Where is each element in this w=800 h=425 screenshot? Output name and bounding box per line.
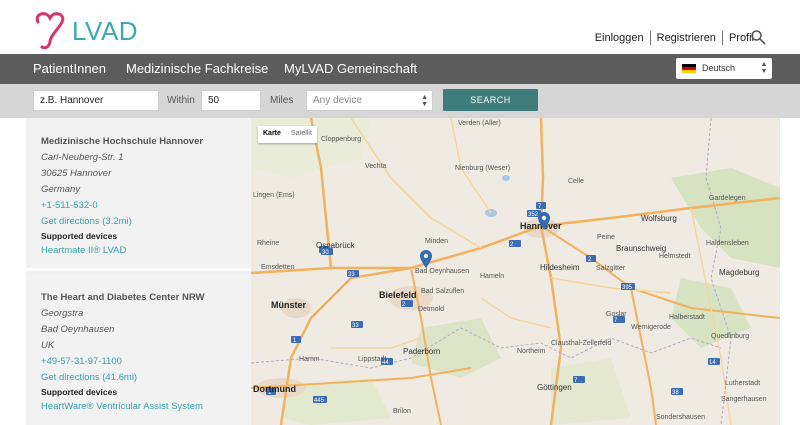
search-icon[interactable] (750, 29, 766, 45)
map-label-bielefeld: Bielefeld (379, 290, 417, 300)
map-label: Emsdetten (261, 264, 295, 271)
result-card[interactable]: The Heart and Diabetes Center NRW Georgs… (26, 274, 251, 425)
get-directions-link[interactable]: Get directions (3.2mi) (41, 216, 132, 227)
result-street: Carl-Neuberg-Str. 1 (41, 152, 124, 163)
svg-text:33: 33 (348, 272, 355, 278)
result-card[interactable]: Medizinische Hochschule Hannover Carl-Ne… (26, 118, 251, 271)
svg-text:14: 14 (709, 360, 716, 366)
location-marker-icon[interactable] (420, 250, 432, 268)
nav-item-community[interactable]: MyLVAD Gemeinschaft (284, 61, 417, 76)
map-label: Detmold (418, 306, 445, 313)
mylvad-logo[interactable]: LVAD (32, 8, 142, 50)
map-label: Goslar (606, 311, 627, 318)
nav-item-patients[interactable]: PatientInnen (33, 61, 106, 76)
results-list: Medizinische Hochschule Hannover Carl-Ne… (26, 118, 251, 425)
within-label: Within (167, 95, 195, 106)
supported-devices-label: Supported devices (41, 387, 118, 397)
language-select[interactable]: Deutsch ▲ ▼ (676, 58, 772, 79)
map-label: Clausthal-Zellerfeld (551, 340, 612, 347)
map-canvas: 7 352 2 1 30 33 2 395 44 38 445 14 7 7 2… (251, 118, 780, 425)
result-phone-link[interactable]: +1-511-532-0 (41, 200, 98, 211)
map-type-toggle: Karte Satellit (258, 126, 317, 143)
device-select-value: Any device (313, 95, 362, 106)
map-label-magdeburg: Magdeburg (719, 268, 760, 277)
map-label-braunschweig: Braunschweig (616, 244, 667, 253)
map-label-munster: Münster (271, 300, 307, 310)
map-label: Halberstadt (669, 314, 705, 321)
nav-item-medical-professionals[interactable]: Medizinische Fachkreise (126, 61, 268, 76)
map-label: Sangerhausen (721, 396, 767, 403)
svg-text:445: 445 (314, 398, 325, 404)
location-input[interactable]: z.B. Hannover (33, 90, 159, 111)
map-label: Cloppenburg (321, 136, 362, 143)
map-label: Sondershausen (656, 414, 706, 421)
device-select[interactable]: Any device ▲ ▼ (306, 90, 433, 111)
map-label: Minden (425, 238, 448, 245)
map-label-gottingen: Göttingen (537, 383, 572, 392)
map-view[interactable]: 7 352 2 1 30 33 2 395 44 38 445 14 7 7 2… (251, 118, 780, 425)
search-button[interactable]: SEARCH (443, 89, 538, 111)
svg-text:33: 33 (352, 323, 359, 329)
result-city: Bad Oeynhausen (41, 324, 115, 335)
map-label-wolfsburg: Wolfsburg (641, 214, 677, 223)
map-label: Hameln (480, 273, 505, 280)
map-label: Lutherstadt (725, 380, 761, 387)
map-label: Rheine (257, 240, 280, 247)
map-toggle-button[interactable]: Karte (258, 126, 286, 143)
map-label: Celle (568, 178, 584, 185)
main-nav: PatientInnen Medizinische Fachkreise MyL… (0, 54, 800, 84)
map-label: Vechta (365, 163, 387, 170)
select-arrows-icon: ▲ ▼ (760, 61, 768, 75)
register-link[interactable]: Registrieren (651, 32, 722, 44)
map-label: Hamm (299, 356, 320, 363)
login-link[interactable]: Einloggen (589, 32, 650, 44)
result-name[interactable]: Medizinische Hochschule Hannover (41, 136, 203, 147)
result-country: Germany (41, 184, 81, 195)
map-label-paderborn: Paderborn (403, 347, 441, 356)
map-label: Verden (Aller) (458, 120, 501, 127)
language-label: Deutsch (702, 63, 736, 73)
map-label: Bad Oeynhausen (415, 268, 470, 275)
result-country: UK (41, 340, 55, 351)
map-label: Peine (597, 234, 615, 241)
supported-devices-label: Supported devices (41, 231, 118, 241)
map-label: Haldensleben (706, 240, 749, 247)
result-phone-link[interactable]: +49-57-31-97-1100 (41, 356, 122, 367)
map-label: Brilon (393, 408, 411, 415)
select-arrows-icon: ▲ ▼ (421, 94, 428, 108)
location-marker-icon[interactable] (538, 212, 550, 230)
map-label: Wernigerode (631, 324, 671, 331)
map-label: Gardelegen (709, 195, 746, 202)
german-flag-icon (682, 64, 696, 73)
device-link[interactable]: Heartmate II® LVAD (41, 245, 126, 256)
map-label: Salzgitter (596, 265, 626, 272)
result-city: 30625 Hannover (41, 168, 112, 179)
miles-input[interactable]: 50 (201, 90, 261, 111)
map-label-osnabruck: Osnabrück (316, 241, 355, 250)
result-street: Georgstra (41, 308, 84, 319)
map-label-dortmund: Dortmund (253, 384, 296, 394)
top-links: Einloggen Registrieren Profil (589, 31, 760, 45)
result-name[interactable]: The Heart and Diabetes Center NRW (41, 292, 204, 303)
svg-text:395: 395 (622, 285, 633, 291)
map-label: Helmstedt (659, 253, 691, 260)
map-label: Northeim (517, 348, 546, 355)
device-link[interactable]: HeartWare® Ventricular Assist System (41, 401, 203, 412)
map-label: Bad Salzuflen (421, 288, 465, 295)
map-label: Lippstadt (358, 356, 387, 363)
miles-label: Miles (270, 95, 294, 106)
get-directions-link[interactable]: Get directions (41.6mi) (41, 372, 137, 383)
map-label: Quedlinburg (711, 333, 750, 340)
map-label: Nienburg (Weser) (455, 165, 511, 172)
search-bar: z.B. Hannover Within 50 Miles Any device… (0, 84, 800, 118)
map-label-hildesheim: Hildesheim (540, 263, 580, 272)
map-label: Lingen (Ems) (253, 192, 295, 199)
satellite-toggle-button[interactable]: Satellit (286, 126, 317, 143)
svg-text:38: 38 (672, 390, 679, 396)
header: LVAD Einloggen Registrieren Profil (0, 0, 800, 54)
logo-text: LVAD (72, 16, 139, 46)
svg-text:30: 30 (322, 250, 329, 256)
